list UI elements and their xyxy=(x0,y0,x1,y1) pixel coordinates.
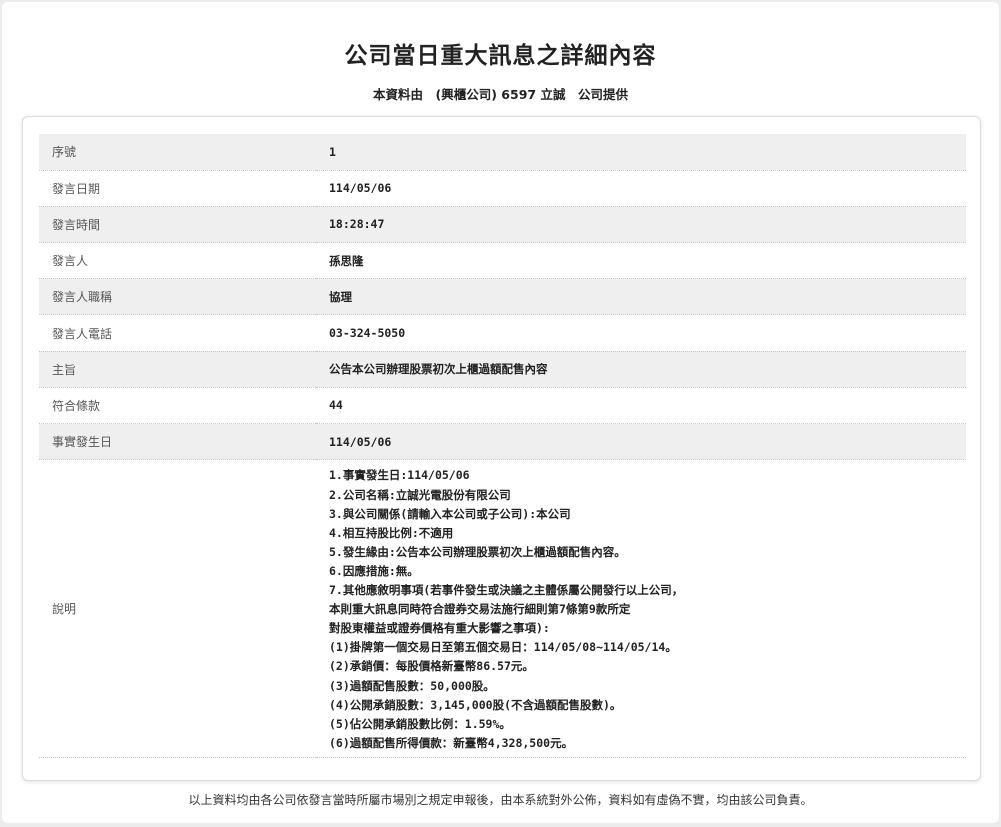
description-text: 1.事實發生日:114/05/06 2.公司名稱:立誠光電股份有限公司 3.與公… xyxy=(329,464,966,752)
table-row: 序號 1 xyxy=(39,134,966,171)
description-line: (3)過額配售股數：50,000股。 xyxy=(329,678,495,693)
description-line: (6)過額配售所得價款：新臺幣4,328,500元。 xyxy=(329,735,574,750)
description-line: (4)公開承銷股數：3,145,000股(不含過額配售股數)。 xyxy=(329,697,622,712)
description-line: 1.事實發生日:114/05/06 xyxy=(329,468,470,483)
table-row-description: 說明 1.事實發生日:114/05/06 2.公司名稱:立誠光電股份有限公司 3… xyxy=(39,459,966,759)
row-value-subject: 公告本公司辦理股票初次上櫃過額配售內容 xyxy=(316,351,966,388)
row-value-spokesperson: 孫思隆 xyxy=(316,242,966,280)
table-row: 主旨 公告本公司辦理股票初次上櫃過額配售內容 xyxy=(39,351,966,388)
table-row: 事實發生日 114/05/06 xyxy=(39,423,966,461)
table-row: 發言人 孫思隆 xyxy=(39,242,966,280)
page-title: 公司當日重大訊息之詳細內容 xyxy=(344,43,657,69)
row-label-clause: 符合條款 xyxy=(39,387,316,425)
row-label-subject: 主旨 xyxy=(39,351,316,388)
row-label-date: 發言日期 xyxy=(39,170,316,207)
description-line: 3.與公司關係(請輸入本公司或子公司):本公司 xyxy=(329,506,571,521)
row-label-occurrence-date: 事實發生日 xyxy=(39,423,316,461)
description-line: 本則重大訊息同時符合證券交易法施行細則第7條第9款所定 xyxy=(329,602,631,617)
row-label-phone: 發言人電話 xyxy=(39,314,316,352)
row-value-description: 1.事實發生日:114/05/06 2.公司名稱:立誠光電股份有限公司 3.與公… xyxy=(316,459,966,759)
row-value-time: 18:28:47 xyxy=(316,206,966,244)
description-line: (1)掛牌第一個交易日至第五個交易日：114/05/08~114/05/14。 xyxy=(329,640,677,655)
row-value-phone: 03-324-5050 xyxy=(316,314,966,352)
announcement-card: 序號 1 發言日期 114/05/06 發言時間 18:28:47 發言人 孫思… xyxy=(22,116,981,781)
disclaimer-footer: 以上資料均由各公司依發言當時所屬市場別之規定申報後，由本系統對外公佈，資料如有虛… xyxy=(188,793,813,807)
row-label-serial: 序號 xyxy=(39,134,316,171)
row-value-serial: 1 xyxy=(316,134,966,171)
description-line: 2.公司名稱:立誠光電股份有限公司 xyxy=(329,487,511,502)
description-line: (5)佔公開承銷股數比例：1.59%。 xyxy=(329,716,511,731)
row-value-date: 114/05/06 xyxy=(316,170,966,207)
page-subtitle: 本資料由 (興櫃公司) 6597 立誠 公司提供 xyxy=(373,87,628,102)
table-row: 發言人職稱 協理 xyxy=(39,278,966,316)
row-label-title: 發言人職稱 xyxy=(39,278,316,316)
table-row: 發言時間 18:28:47 xyxy=(39,206,966,244)
announcement-table: 序號 1 發言日期 114/05/06 發言時間 18:28:47 發言人 孫思… xyxy=(39,134,966,759)
description-line: 7.其他應敘明事項(若事件發生或決議之主體係屬公開發行以上公司， xyxy=(329,583,684,598)
description-line: 5.發生緣由:公告本公司辦理股票初次上櫃過額配售內容。 xyxy=(329,544,626,559)
row-label-time: 發言時間 xyxy=(39,206,316,244)
description-line: 對股東權益或證券價格有重大影響之事項): xyxy=(329,621,550,636)
description-line: 6.因應措施:無。 xyxy=(329,563,419,578)
row-label-description: 說明 xyxy=(39,459,316,759)
row-label-spokesperson: 發言人 xyxy=(39,242,316,280)
description-line: (2)承銷價：每股價格新臺幣86.57元。 xyxy=(329,659,534,674)
table-row: 發言人電話 03-324-5050 xyxy=(39,314,966,352)
row-value-clause: 44 xyxy=(316,387,966,425)
description-line: 4.相互持股比例:不適用 xyxy=(329,525,454,540)
row-value-occurrence-date: 114/05/06 xyxy=(316,423,966,461)
row-value-title: 協理 xyxy=(316,278,966,316)
table-row: 發言日期 114/05/06 xyxy=(39,170,966,207)
page-container: 公司當日重大訊息之詳細內容 本資料由 (興櫃公司) 6597 立誠 公司提供 序… xyxy=(2,2,999,823)
table-row: 符合條款 44 xyxy=(39,387,966,425)
